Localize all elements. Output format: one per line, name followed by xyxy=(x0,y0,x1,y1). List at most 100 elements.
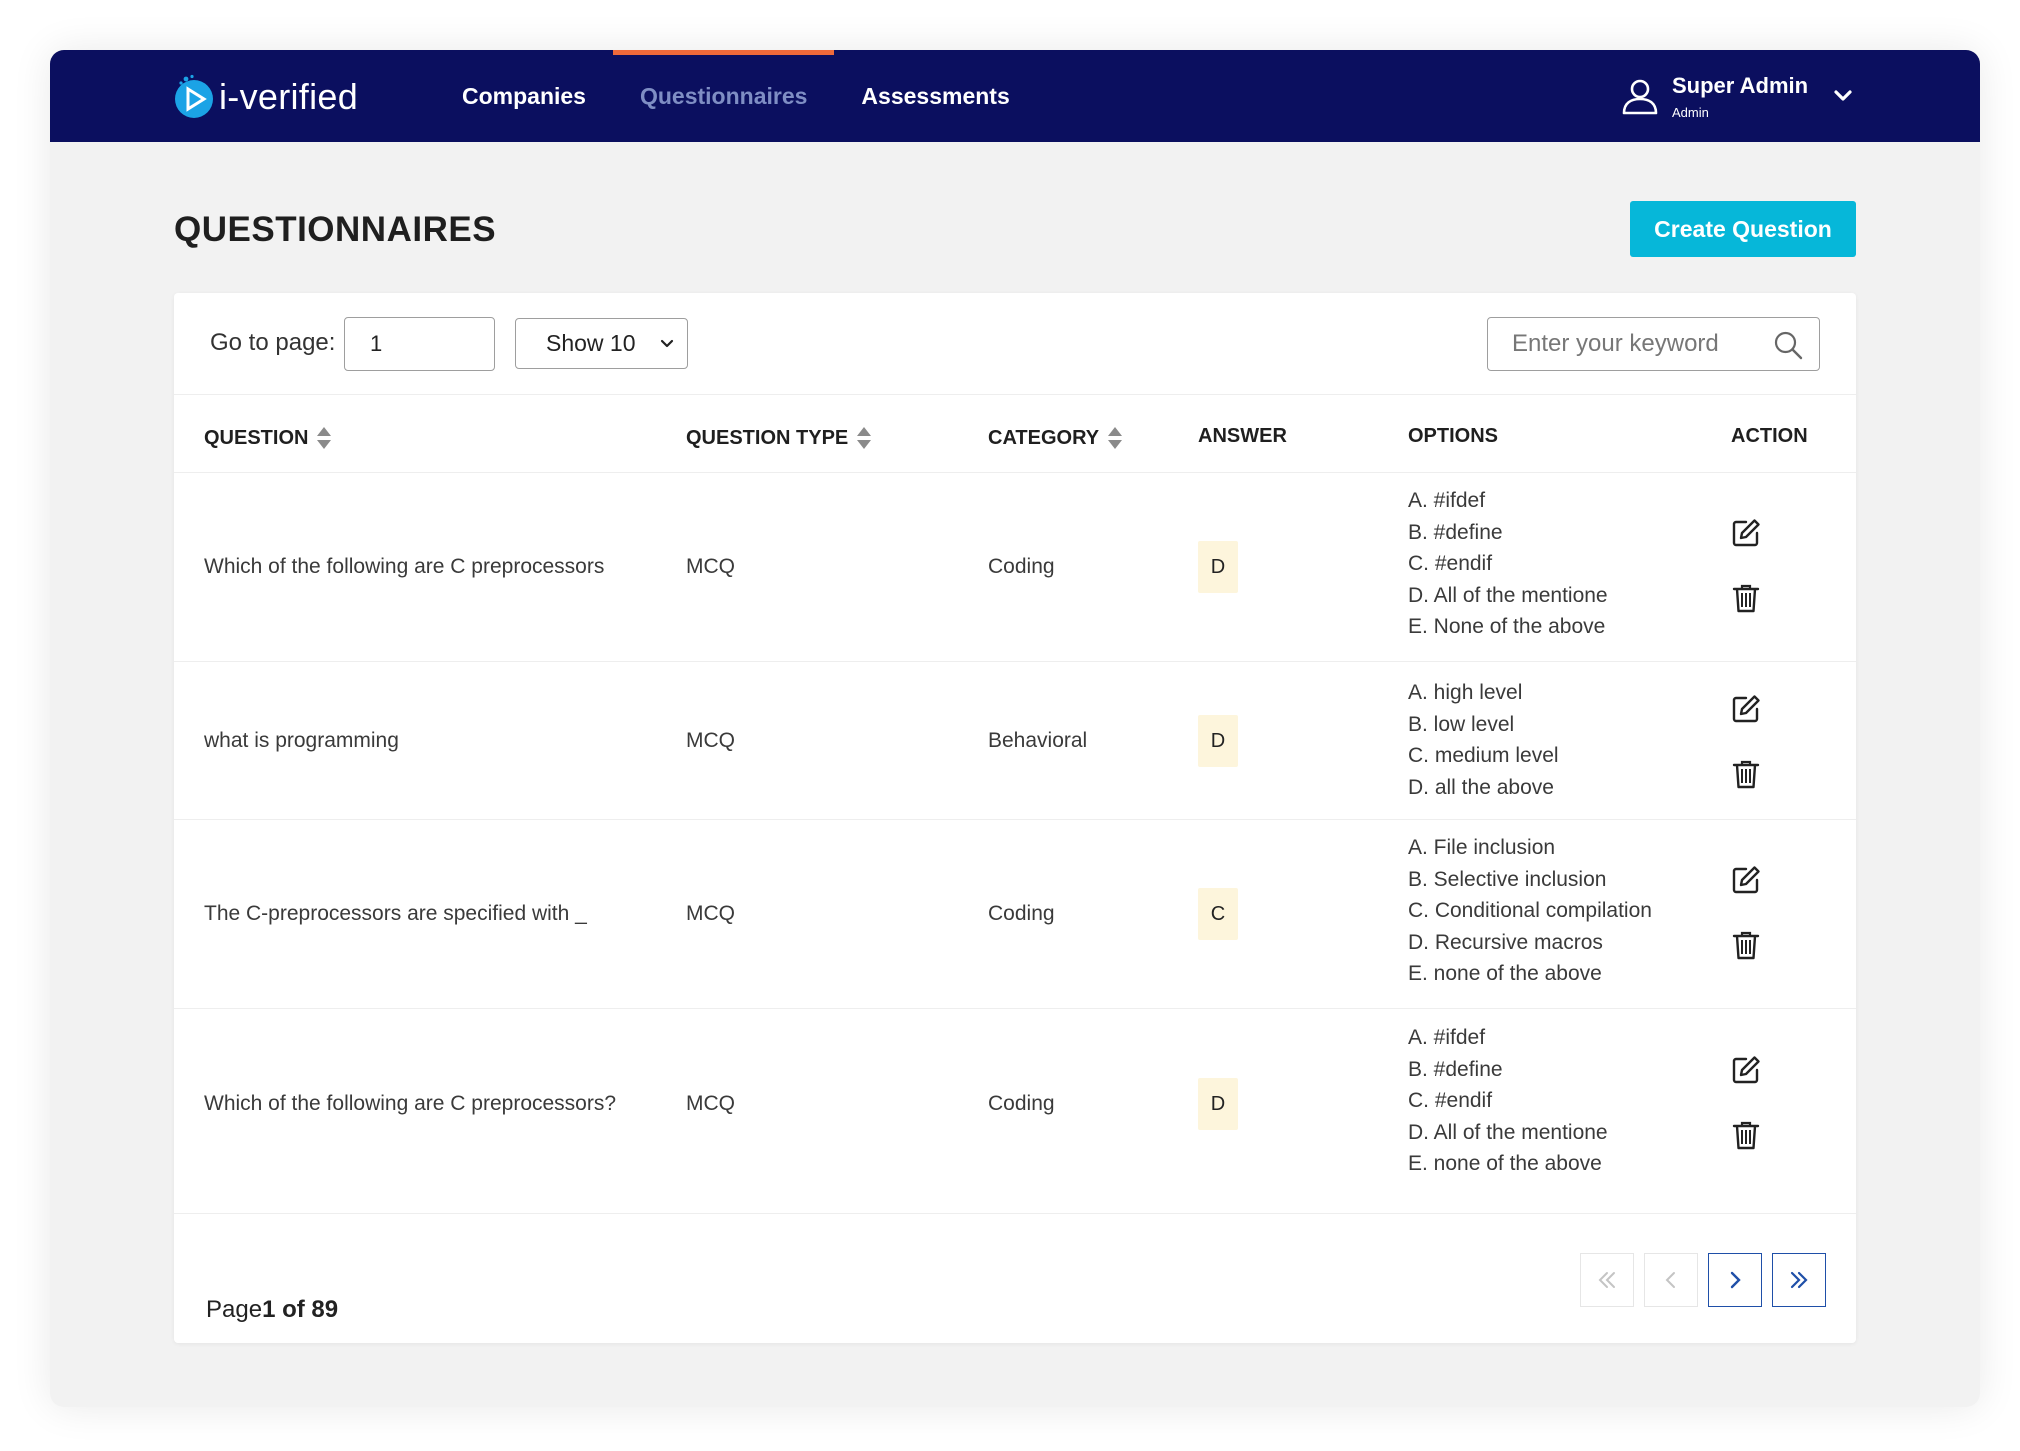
header-label: QUESTION xyxy=(204,426,309,449)
search-icon[interactable] xyxy=(1773,330,1803,360)
header-label: CATEGORY xyxy=(988,426,1100,449)
question-category: Coding xyxy=(988,555,1055,578)
brand-logo[interactable]: i-verified xyxy=(173,74,358,120)
app-window: i-verified Companies Questionnaires Asse… xyxy=(50,50,1980,1407)
trash-icon[interactable] xyxy=(1730,929,1762,961)
sort-icon[interactable] xyxy=(856,425,872,451)
answer-badge: C xyxy=(1198,888,1238,940)
header-label: ACTION xyxy=(1731,425,1808,447)
option-item: B. Selective inclusion xyxy=(1408,867,1607,891)
previous-page-button[interactable] xyxy=(1644,1253,1698,1307)
option-item: B. #define xyxy=(1408,1057,1503,1081)
main-nav: Companies Questionnaires Assessments xyxy=(435,50,1037,142)
options-list: A. high level B. low level C. medium lev… xyxy=(1408,677,1559,803)
option-item: B. #define xyxy=(1408,520,1503,544)
top-navbar: i-verified Companies Questionnaires Asse… xyxy=(50,50,1980,142)
chevron-down-icon[interactable] xyxy=(1832,85,1854,107)
question-text: Which of the following are C preprocesso… xyxy=(204,555,605,578)
option-item: E. none of the above xyxy=(1408,962,1602,986)
next-page-button[interactable] xyxy=(1708,1253,1762,1307)
option-item: A. #ifdef xyxy=(1408,489,1486,512)
page-size-value: Show 10 xyxy=(546,330,636,356)
question-type: MCQ xyxy=(686,555,735,578)
sort-icon[interactable] xyxy=(1107,425,1123,451)
trash-icon[interactable] xyxy=(1730,758,1762,790)
table-row: Which of the following are C preprocesso… xyxy=(174,473,1856,662)
brand-name: i-verified xyxy=(219,76,359,117)
header-label: OPTIONS xyxy=(1408,425,1499,447)
first-page-button[interactable] xyxy=(1580,1253,1634,1307)
current-page: 1 xyxy=(262,1296,276,1323)
edit-icon[interactable] xyxy=(1730,517,1762,549)
header-question-type[interactable]: QUESTION TYPE xyxy=(686,425,872,451)
option-item: D. all the above xyxy=(1408,775,1554,799)
last-page-button[interactable] xyxy=(1772,1253,1826,1307)
question-type: MCQ xyxy=(686,1092,735,1115)
option-item: C. #endif xyxy=(1408,552,1493,576)
options-list: A. #ifdef B. #define C. #endif D. All of… xyxy=(1408,485,1608,643)
question-category: Behavioral xyxy=(988,729,1088,752)
search-box xyxy=(1487,317,1820,371)
header-question[interactable]: QUESTION xyxy=(204,425,332,451)
answer-badge: D xyxy=(1198,541,1238,593)
header-answer: ANSWER xyxy=(1198,425,1287,448)
trash-icon[interactable] xyxy=(1730,1119,1762,1151)
question-category: Coding xyxy=(988,1092,1055,1115)
total-pages: 89 xyxy=(311,1296,339,1323)
logo-icon xyxy=(175,74,213,118)
user-menu[interactable]: Super Admin Admin xyxy=(1620,66,1854,126)
options-list: A. File inclusion B. Selective inclusion… xyxy=(1408,832,1652,990)
page-size-select[interactable]: Show 10 xyxy=(515,318,688,369)
goto-page-input[interactable] xyxy=(344,317,495,371)
of-label: of xyxy=(282,1296,305,1323)
questions-card: Go to page: Show 10 QUESTION xyxy=(174,293,1856,1343)
nav-tab-questionnaires[interactable]: Questionnaires xyxy=(612,50,835,142)
option-item: B. low level xyxy=(1408,712,1515,736)
question-category: Coding xyxy=(988,902,1055,925)
chevron-left-icon xyxy=(1665,1272,1675,1288)
chevron-right-icon xyxy=(1730,1271,1741,1289)
search-input[interactable] xyxy=(1488,318,1758,370)
options-list: A. #ifdef B. #define C. #endif D. All of… xyxy=(1408,1022,1608,1180)
option-item: C. #endif xyxy=(1408,1089,1493,1113)
table-row: The C-preprocessors are specified with _… xyxy=(174,820,1856,1009)
option-item: D. Recursive macros xyxy=(1408,930,1603,954)
header-category[interactable]: CATEGORY xyxy=(988,425,1123,451)
nav-tab-label: Assessments xyxy=(861,82,1010,109)
nav-tab-label: Companies xyxy=(462,82,586,109)
header-label: QUESTION TYPE xyxy=(686,426,849,449)
edit-icon[interactable] xyxy=(1730,1054,1762,1086)
option-item: C. medium level xyxy=(1408,744,1559,768)
user-icon xyxy=(1622,79,1658,115)
trash-icon[interactable] xyxy=(1730,582,1762,614)
user-role: Admin xyxy=(1672,104,1709,120)
question-type: MCQ xyxy=(686,729,735,752)
sort-icon[interactable] xyxy=(316,425,332,451)
nav-tab-companies[interactable]: Companies xyxy=(435,50,613,142)
table-header: QUESTION QUESTION TYPE CATEGORY ANSWER O… xyxy=(174,395,1856,473)
page-indicator: Page1 of 89 xyxy=(206,1296,338,1324)
double-chevron-left-icon xyxy=(1598,1272,1615,1288)
double-chevron-right-icon xyxy=(1790,1271,1808,1289)
question-text: Which of the following are C preprocesso… xyxy=(204,1092,617,1115)
create-question-button[interactable]: Create Question xyxy=(1630,201,1856,257)
question-text: what is programming xyxy=(204,729,399,752)
user-info: Super Admin Admin xyxy=(1672,73,1808,120)
question-type: MCQ xyxy=(686,902,735,925)
edit-icon[interactable] xyxy=(1730,864,1762,896)
option-item: D. All of the mentione xyxy=(1408,583,1608,607)
answer-badge: D xyxy=(1198,715,1238,767)
header-action: ACTION xyxy=(1731,425,1808,448)
question-text: The C-preprocessors are specified with _ xyxy=(204,902,587,925)
edit-icon[interactable] xyxy=(1730,693,1762,725)
goto-page-label: Go to page: xyxy=(210,329,336,356)
table-row: what is programming MCQ Behavioral D A. … xyxy=(174,662,1856,820)
chevron-down-icon xyxy=(660,339,674,348)
nav-tab-label: Questionnaires xyxy=(639,82,808,109)
header-label: ANSWER xyxy=(1198,425,1287,447)
option-item: A. high level xyxy=(1408,681,1523,704)
page-label: Page xyxy=(206,1296,263,1323)
nav-tab-assessments[interactable]: Assessments xyxy=(834,50,1036,142)
table-toolbar: Go to page: Show 10 xyxy=(174,293,1856,395)
option-item: C. Conditional compilation xyxy=(1408,899,1652,923)
